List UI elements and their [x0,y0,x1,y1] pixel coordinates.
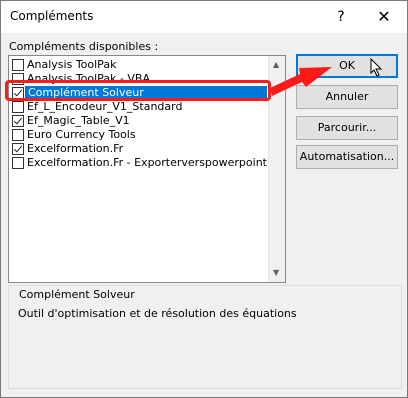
mouse-cursor-icon [370,58,383,77]
annotation-arrow-icon [270,67,332,96]
